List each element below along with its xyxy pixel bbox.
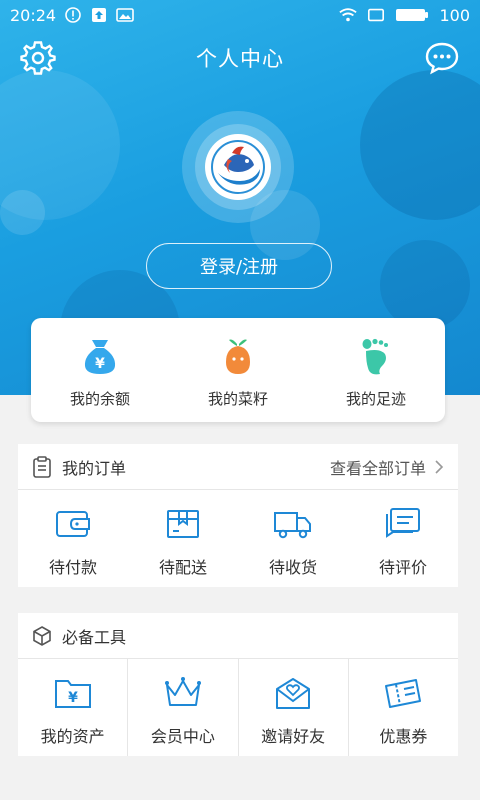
personal-center-screen: 20:24 100 个人中心 登录/注册 ¥ 我的余额 我的菜籽 我的足迹 我的…: [0, 0, 480, 800]
settings-button[interactable]: [20, 40, 56, 76]
tool-invite-friends-label: 邀请好友: [261, 727, 326, 746]
fish-logo-icon: [211, 140, 265, 194]
alert-icon: [64, 6, 82, 24]
tools-grid: ¥ 我的资产 会员中心 邀请好友 优惠券: [18, 659, 458, 756]
balance-label: 我的余额: [69, 390, 130, 408]
orders-grid: 待付款 待配送 待收货 待评价: [18, 490, 458, 586]
footprint-item[interactable]: 我的足迹: [307, 318, 445, 422]
decor-bowl: [360, 70, 480, 220]
order-pending-review[interactable]: 待评价: [348, 506, 458, 586]
orders-section: 我的订单 查看全部订单 待付款 待配送 待收货 待评价: [18, 444, 458, 587]
money-bag-icon: ¥: [84, 340, 116, 374]
comment-icon: [386, 508, 420, 538]
tool-coupons[interactable]: 优惠券: [349, 659, 458, 756]
tool-invite-friends[interactable]: 邀请好友: [239, 659, 349, 756]
image-icon: [116, 6, 134, 24]
seed-icon: [226, 339, 250, 374]
avatar[interactable]: [205, 134, 271, 200]
tool-my-assets-label: 我的资产: [40, 727, 105, 746]
truck-icon: [274, 512, 311, 539]
orders-title: 我的订单: [62, 458, 127, 478]
crown-icon: [164, 677, 201, 706]
view-all-orders-link[interactable]: 查看全部订单: [330, 455, 444, 479]
tool-member-center[interactable]: 会员中心: [128, 659, 239, 756]
gear-icon: [20, 41, 56, 75]
login-register-button[interactable]: 登录/注册: [146, 243, 332, 289]
coupon-icon: [385, 679, 422, 708]
tool-member-center-label: 会员中心: [150, 727, 215, 746]
message-button[interactable]: [424, 40, 460, 76]
tool-my-assets[interactable]: ¥ 我的资产: [18, 659, 129, 756]
decor-shape: [380, 240, 470, 330]
status-time: 20:24: [10, 5, 57, 25]
order-pending-payment-label: 待付款: [48, 558, 97, 577]
tools-title: 必备工具: [62, 627, 127, 647]
seeds-item[interactable]: 我的菜籽: [169, 318, 307, 422]
login-register-label: 登录/注册: [199, 257, 279, 278]
svg-text:¥: ¥: [68, 690, 78, 706]
chat-bubble-icon: [425, 42, 459, 75]
asset-folder-icon: ¥: [54, 680, 91, 708]
orders-header: 我的订单 查看全部订单: [18, 444, 458, 490]
decor-shape: [0, 190, 45, 235]
order-pending-receipt-label: 待收货: [268, 558, 317, 577]
battery-level: 100: [439, 5, 470, 25]
wallet-icon: [56, 511, 90, 537]
screen-icon: [367, 6, 385, 24]
seeds-label: 我的菜籽: [207, 390, 268, 408]
order-pending-delivery-label: 待配送: [158, 558, 207, 577]
battery-icon: [395, 6, 429, 24]
footprint-icon: [362, 338, 388, 375]
invite-envelope-icon: [276, 678, 311, 709]
balance-item[interactable]: ¥ 我的余额: [31, 318, 169, 422]
order-pending-delivery[interactable]: 待配送: [128, 506, 238, 586]
tool-coupons-label: 优惠券: [379, 727, 428, 746]
wallet-card: ¥ 我的余额 我的菜籽 我的足迹: [31, 318, 445, 422]
chevron-right-icon: [435, 459, 444, 474]
clipboard-icon: [33, 455, 51, 478]
status-bar: 20:24 100: [0, 0, 480, 30]
order-pending-receipt[interactable]: 待收货: [238, 506, 348, 586]
tools-header: 必备工具: [18, 613, 458, 659]
upload-icon: [90, 6, 108, 24]
cube-icon: [33, 625, 51, 646]
svg-text:¥: ¥: [95, 356, 105, 372]
footprint-label: 我的足迹: [345, 390, 406, 408]
wifi-icon: [339, 6, 358, 24]
page-title: 个人中心: [196, 47, 284, 71]
view-all-orders-label: 查看全部订单: [329, 458, 426, 478]
order-pending-review-label: 待评价: [378, 558, 427, 577]
top-bar: 个人中心: [0, 36, 480, 80]
package-icon: [167, 510, 199, 538]
order-pending-payment[interactable]: 待付款: [18, 506, 128, 586]
tools-section: 必备工具 ¥ 我的资产 会员中心 邀请好友 优惠券: [18, 613, 458, 756]
